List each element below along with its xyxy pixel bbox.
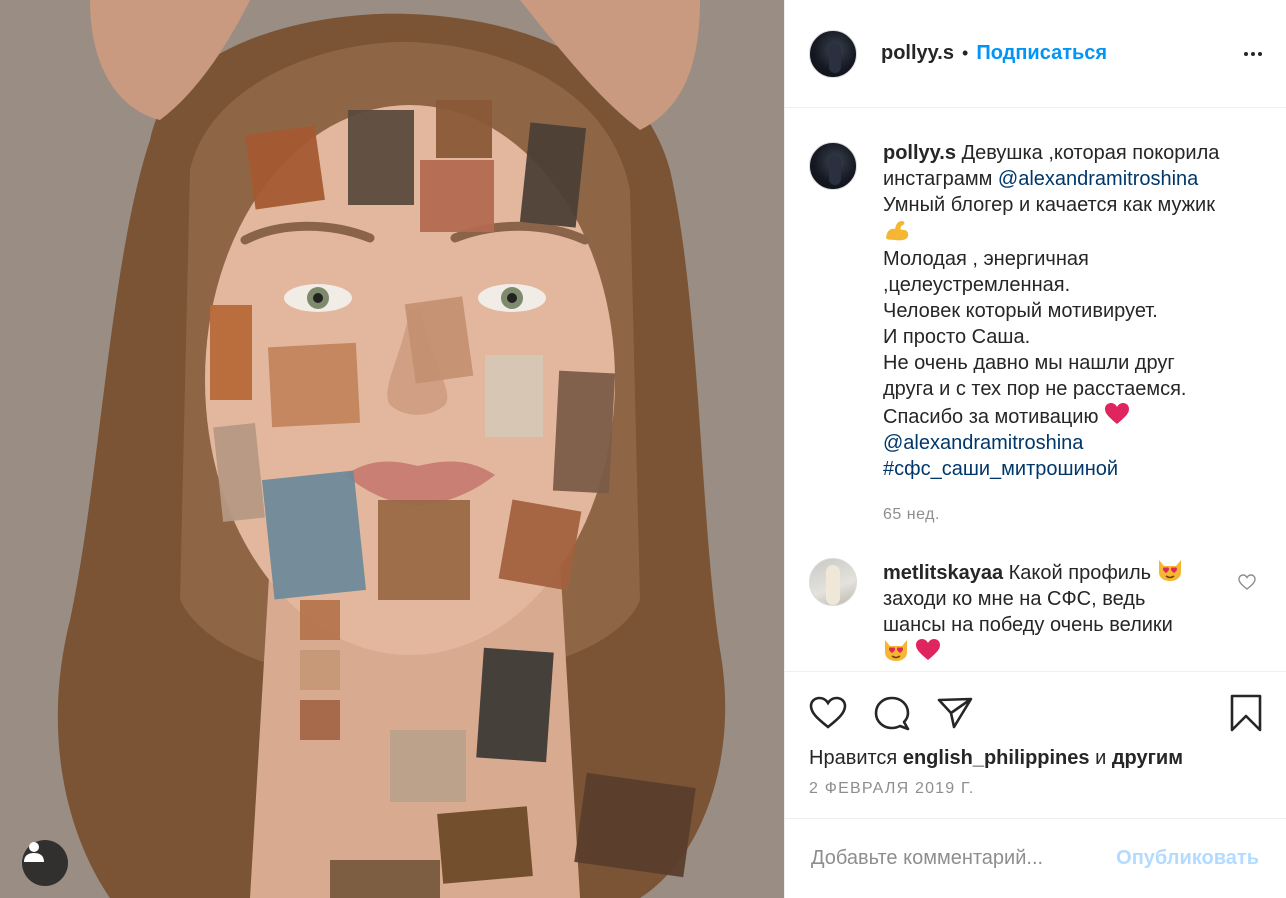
action-icons xyxy=(809,672,1262,754)
comment-text: Какой профиль xyxy=(1008,562,1152,584)
share-button[interactable] xyxy=(937,696,973,730)
comment-button[interactable] xyxy=(873,695,911,731)
more-icon-dot xyxy=(1258,51,1262,56)
caption-text: Умный блогер и качается как мужик xyxy=(883,194,1215,216)
likes-prefix: Нравится xyxy=(809,747,898,769)
author-avatar[interactable] xyxy=(809,29,857,78)
comment-input[interactable] xyxy=(811,847,1117,870)
likes-summary: Нравится english_philippines и другим xyxy=(809,744,1262,772)
caption-text: Человек который мотивирует. xyxy=(883,300,1158,322)
post-photo-illustration xyxy=(0,0,784,898)
comment-text: заходи ко мне на СФС, ведь xyxy=(883,588,1146,610)
hashtag-link[interactable]: #сфс_саши_митрошиной xyxy=(883,458,1118,480)
caption-text: инстаграмм xyxy=(883,168,993,190)
post-comment-button[interactable]: Опубликовать xyxy=(1116,847,1259,870)
red-heart-icon xyxy=(915,639,940,660)
flexed-biceps-icon xyxy=(886,221,909,241)
share-icon xyxy=(937,697,973,729)
commenter-username[interactable]: metlitskayaa xyxy=(883,562,1003,584)
caption-avatar[interactable] xyxy=(809,142,857,190)
caption-text: Не очень давно мы нашли друг xyxy=(883,352,1175,374)
like-comment-heart-icon[interactable] xyxy=(1238,574,1256,590)
save-button[interactable] xyxy=(1230,694,1262,732)
add-comment-bar: Опубликовать xyxy=(785,818,1286,898)
caption-time-ago[interactable]: 65 нед. xyxy=(883,502,1262,528)
caption-text: ,целеустремленная. xyxy=(883,274,1071,296)
comments-section[interactable]: pollyy.s Девушка ,которая покорила инста… xyxy=(785,108,1286,671)
more-icon xyxy=(1244,51,1248,56)
caption-text: Девушка ,которая покорила xyxy=(961,142,1220,164)
heart-icon xyxy=(809,696,847,729)
post-photo[interactable] xyxy=(0,0,784,898)
post-side-panel: pollyy.s • Подписаться pollyy.s Девушка … xyxy=(784,0,1286,898)
more-options-button[interactable] xyxy=(1244,51,1262,56)
separator-dot: • xyxy=(962,43,969,63)
comment-icon xyxy=(874,696,910,731)
comment-text: шансы на победу очень велики xyxy=(883,614,1173,636)
caption-text: друга и с тех пор не расстаемся. xyxy=(883,378,1187,400)
caption-text: Спасибо за мотивацию xyxy=(883,406,1099,428)
caption-username[interactable]: pollyy.s xyxy=(883,142,956,164)
bookmark-icon xyxy=(1230,694,1262,732)
likes-user-link[interactable]: english_philippines xyxy=(903,747,1090,769)
follow-button[interactable]: Подписаться xyxy=(976,42,1107,65)
heart-eyes-cat-icon xyxy=(885,640,907,661)
post-date[interactable]: 2 ФЕВРАЛЯ 2019 Г. xyxy=(809,780,1262,798)
tagged-users-button[interactable] xyxy=(22,840,68,886)
author-username[interactable]: pollyy.s xyxy=(881,42,954,65)
like-button[interactable] xyxy=(809,696,847,730)
likes-conj: и xyxy=(1095,747,1107,769)
caption-text: Молодая , энергичная xyxy=(883,248,1089,270)
heart-eyes-cat-icon xyxy=(1158,560,1181,581)
user-tag-icon xyxy=(24,842,44,862)
comment-item: metlitskayaa Какой профиль заходи ко мне… xyxy=(809,558,1262,666)
commenter-avatar[interactable] xyxy=(809,558,857,606)
mention-link[interactable]: @alexandramitroshina xyxy=(998,168,1198,190)
caption-body: pollyy.s Девушка ,которая покорила инста… xyxy=(883,140,1262,528)
red-heart-icon xyxy=(1105,403,1130,424)
mention-link[interactable]: @alexandramitroshina xyxy=(883,432,1083,454)
likes-others-link[interactable]: другим xyxy=(1112,747,1183,769)
comment-body: metlitskayaa Какой профиль заходи ко мне… xyxy=(883,558,1233,666)
post-header: pollyy.s • Подписаться xyxy=(785,0,1286,108)
caption: pollyy.s Девушка ,которая покорила инста… xyxy=(809,140,1262,528)
caption-text: И просто Саша. xyxy=(883,326,1031,348)
more-icon-dot xyxy=(1251,51,1255,56)
